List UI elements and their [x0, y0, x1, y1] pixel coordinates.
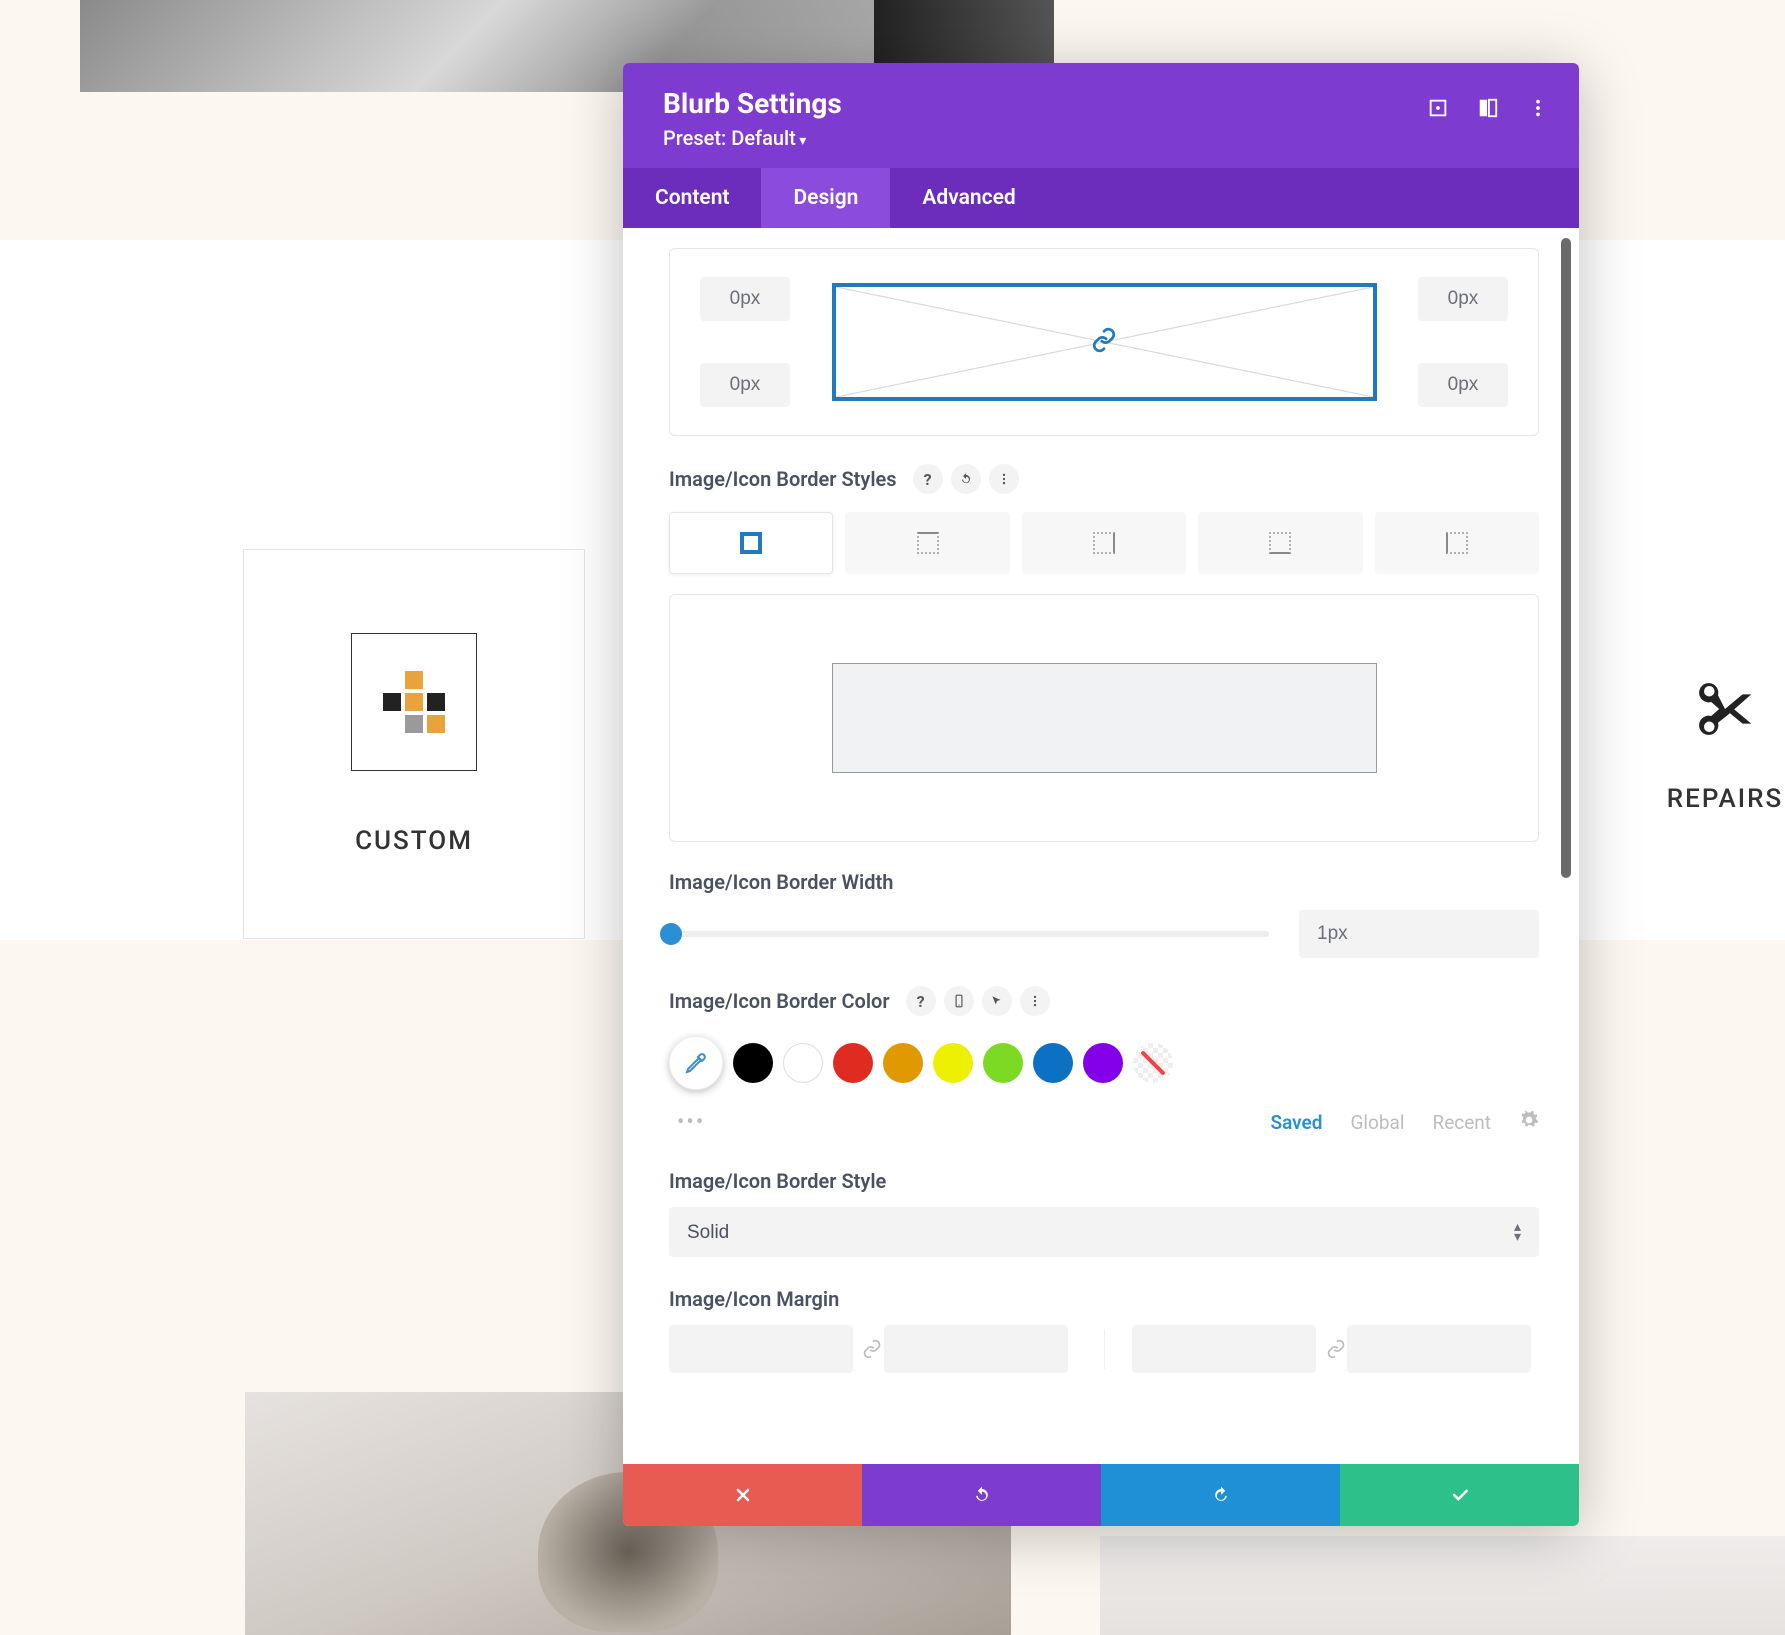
tab-advanced[interactable]: Advanced: [890, 168, 1047, 228]
more-icon[interactable]: [989, 464, 1019, 494]
redo-button[interactable]: [1101, 1464, 1340, 1526]
undo-button[interactable]: [862, 1464, 1101, 1526]
blurb-card-repairs: REPAIRS: [1600, 549, 1785, 939]
section-label-text: Image/Icon Margin: [669, 1287, 839, 1311]
margin-inputs: [669, 1325, 1539, 1373]
color-swatch[interactable]: [833, 1043, 873, 1083]
corner-bl-input[interactable]: [700, 363, 790, 407]
color-swatch[interactable]: [1033, 1043, 1073, 1083]
color-swatch[interactable]: [783, 1043, 823, 1083]
color-swatch[interactable]: [933, 1043, 973, 1083]
border-width-slider[interactable]: [669, 931, 1269, 937]
margin-top-input[interactable]: [669, 1325, 853, 1373]
corner-br-input[interactable]: [1418, 363, 1508, 407]
margin-bottom-input[interactable]: [884, 1325, 1068, 1373]
link-horizontal-icon[interactable]: [1324, 1339, 1347, 1359]
panel-tabs: Content Design Advanced: [623, 168, 1579, 228]
border-preview-inner: [832, 663, 1377, 773]
section-label-text: Image/Icon Border Color: [669, 989, 890, 1013]
blurb-label: CUSTOM: [355, 826, 473, 856]
cancel-button[interactable]: [623, 1464, 862, 1526]
panel-body[interactable]: Image/Icon Rounded Corners Image/Icon Bo…: [623, 228, 1579, 1464]
blurb-label: REPAIRS: [1667, 784, 1783, 814]
color-swatch[interactable]: [1083, 1043, 1123, 1083]
panel-title: Blurb Settings: [663, 87, 1539, 120]
corner-tl-input[interactable]: [700, 277, 790, 321]
blurb-card-custom: CUSTOM: [243, 549, 585, 939]
hover-preview-icon[interactable]: [1477, 97, 1499, 119]
section-label: Image/Icon Border Width: [669, 870, 1539, 894]
border-all-sides[interactable]: [669, 512, 833, 574]
section-label: Image/Icon Margin: [669, 1287, 1539, 1311]
color-picker-button[interactable]: [669, 1036, 723, 1090]
border-side-selector: [669, 512, 1539, 574]
help-icon[interactable]: ?: [913, 464, 943, 494]
border-width-input[interactable]: [1299, 910, 1539, 958]
palette-tab-global[interactable]: Global: [1350, 1111, 1404, 1134]
blurb-icon-box: [351, 633, 477, 771]
slider-handle[interactable]: [660, 923, 682, 945]
module-settings-panel: Blurb Settings Preset: Default Content D…: [623, 63, 1579, 1526]
save-button[interactable]: [1340, 1464, 1579, 1526]
link-values-icon[interactable]: [1091, 327, 1117, 357]
reset-icon[interactable]: [951, 464, 981, 494]
responsive-icon[interactable]: [944, 986, 974, 1016]
section-label-text: Image/Icon Border Width: [669, 870, 893, 894]
color-swatch[interactable]: [883, 1043, 923, 1083]
more-menu-icon[interactable]: [1527, 97, 1549, 119]
section-label-text: Image/Icon Border Style: [669, 1169, 886, 1193]
more-swatches-icon[interactable]: •••: [677, 1110, 705, 1135]
panel-footer: [623, 1464, 1579, 1526]
panel-header: Blurb Settings Preset: Default: [623, 63, 1579, 168]
help-icon[interactable]: ?: [906, 986, 936, 1016]
tab-design[interactable]: Design: [761, 168, 890, 228]
rounded-corners-control: [669, 248, 1539, 436]
margin-right-input[interactable]: [1347, 1325, 1531, 1373]
palette-tab-recent[interactable]: Recent: [1432, 1111, 1491, 1134]
section-label: Image/Icon Border Styles ?: [669, 464, 1539, 494]
hover-icon[interactable]: [982, 986, 1012, 1016]
color-swatch-transparent[interactable]: [1133, 1043, 1173, 1083]
margin-left-input[interactable]: [1132, 1325, 1316, 1373]
border-right-side[interactable]: [1022, 512, 1186, 574]
border-left-side[interactable]: [1375, 512, 1539, 574]
section-label: Image/Icon Border Style: [669, 1169, 1539, 1193]
corner-tr-input[interactable]: [1418, 277, 1508, 321]
border-top-side[interactable]: [845, 512, 1009, 574]
tiles-icon: [383, 671, 445, 733]
preset-dropdown[interactable]: Preset: Default: [663, 126, 1539, 150]
border-bottom-side[interactable]: [1198, 512, 1362, 574]
border-style-select[interactable]: Solid: [669, 1207, 1539, 1257]
scrollbar[interactable]: [1561, 238, 1571, 878]
link-vertical-icon[interactable]: [861, 1339, 884, 1359]
border-preview: [669, 594, 1539, 842]
scissors-icon: [1690, 674, 1760, 748]
tab-content[interactable]: Content: [623, 168, 761, 228]
color-swatch[interactable]: [733, 1043, 773, 1083]
palette-settings-icon[interactable]: [1519, 1110, 1539, 1135]
corners-preview: [832, 283, 1377, 401]
section-label: Image/Icon Border Color ?: [669, 986, 1539, 1016]
divider: [1104, 1329, 1105, 1369]
palette-tab-saved[interactable]: Saved: [1270, 1111, 1322, 1134]
color-swatch[interactable]: [983, 1043, 1023, 1083]
expand-icon[interactable]: [1427, 97, 1449, 119]
section-label-text: Image/Icon Border Styles: [669, 467, 897, 491]
more-icon[interactable]: [1020, 986, 1050, 1016]
page-photo: [1100, 1536, 1785, 1635]
